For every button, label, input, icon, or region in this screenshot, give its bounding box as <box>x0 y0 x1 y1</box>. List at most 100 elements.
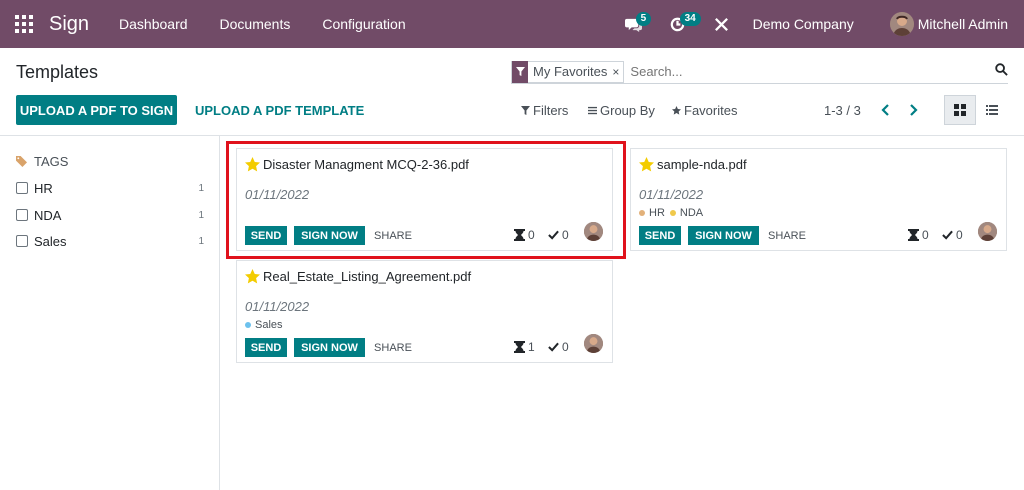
search-panel: TAGS HR 1 NDA 1 Sales 1 <box>0 136 220 490</box>
signed-value: 0 <box>562 340 569 354</box>
hourglass-icon <box>908 229 919 241</box>
messages-button[interactable]: 5 <box>619 0 652 48</box>
list-icon <box>588 106 597 114</box>
highlight-box <box>226 141 626 259</box>
pager-previous-button[interactable] <box>877 101 895 119</box>
company-switcher[interactable]: Demo Company <box>753 16 854 32</box>
apps-menu-icon[interactable] <box>0 0 48 48</box>
list-view-button[interactable] <box>976 95 1008 125</box>
template-date: 01/11/2022 <box>245 299 310 314</box>
search-icon[interactable] <box>995 63 1008 81</box>
template-card[interactable]: sample-nda.pdf 01/11/2022 HR NDA SEND SI… <box>630 148 1007 251</box>
tag-text: HR <box>649 207 665 219</box>
menu-dashboard[interactable]: Dashboard <box>119 16 188 32</box>
send-button[interactable]: SEND <box>639 226 681 245</box>
tag-nda: NDA <box>669 207 704 219</box>
pending-value: 0 <box>922 228 929 242</box>
pending-count: 0 <box>908 228 929 242</box>
favorites-label: Favorites <box>684 102 738 118</box>
share-button[interactable]: SHARE <box>767 226 807 245</box>
search-bar: My Favorites × <box>511 60 1008 84</box>
tag-label: Sales <box>34 233 67 249</box>
tag-count: 1 <box>198 182 204 194</box>
template-card[interactable]: Real_Estate_Listing_Agreement.pdf 01/11/… <box>236 260 613 363</box>
tools-icon <box>715 17 729 31</box>
template-name: sample-nda.pdf <box>657 157 747 172</box>
sidebar-tag-sales[interactable]: Sales 1 <box>16 232 206 250</box>
activities-button[interactable]: 34 <box>663 0 701 48</box>
signed-value: 0 <box>956 228 963 242</box>
tag-dot <box>669 210 676 216</box>
facet-label: My Favorites <box>533 64 608 79</box>
search-input[interactable] <box>630 64 931 79</box>
checkbox[interactable] <box>16 209 28 221</box>
sign-now-button[interactable]: SIGN NOW <box>294 338 365 357</box>
app-name[interactable]: Sign <box>49 13 89 36</box>
favorites-dropdown[interactable]: Favorites <box>672 95 737 125</box>
tag-dot <box>639 210 645 216</box>
list-icon <box>986 105 998 115</box>
chevron-left-icon <box>881 104 889 116</box>
chevron-right-icon <box>910 104 918 116</box>
tags-header-label: TAGS <box>34 154 69 169</box>
template-date: 01/11/2022 <box>639 187 704 202</box>
hourglass-icon <box>514 341 525 353</box>
menu-documents[interactable]: Documents <box>220 16 291 32</box>
menu-configuration[interactable]: Configuration <box>322 16 405 32</box>
signed-count: 0 <box>942 228 963 242</box>
upload-pdf-to-sign-button[interactable]: UPLOAD A PDF TO SIGN <box>16 95 177 125</box>
pending-count: 1 <box>514 340 535 354</box>
kanban-view-button[interactable] <box>944 95 976 125</box>
card-title[interactable]: sample-nda.pdf <box>639 157 747 172</box>
signed-count: 0 <box>548 340 569 354</box>
pager-value[interactable]: 1-3 / 3 <box>824 95 861 125</box>
top-navbar: Sign Dashboard Documents Configuration 5… <box>0 0 1024 48</box>
card-tags: Sales <box>245 319 288 331</box>
sidebar-tag-hr[interactable]: HR 1 <box>16 179 206 197</box>
group-by-label: Group By <box>600 102 655 118</box>
tag-text: Sales <box>255 319 283 331</box>
activities-badge: 34 <box>679 12 701 26</box>
star-icon <box>672 105 681 115</box>
card-tags: HR NDA <box>639 207 708 219</box>
template-name: Real_Estate_Listing_Agreement.pdf <box>263 269 472 284</box>
debug-tools-button[interactable] <box>707 0 737 48</box>
search-facet: My Favorites × <box>511 60 625 83</box>
tag-icon <box>16 156 27 167</box>
send-button[interactable]: SEND <box>245 338 287 357</box>
pending-value: 1 <box>528 340 535 354</box>
tag-label: HR <box>34 180 53 196</box>
filter-icon <box>512 60 528 83</box>
card-title[interactable]: Real_Estate_Listing_Agreement.pdf <box>245 269 471 284</box>
facet-remove-icon[interactable]: × <box>612 65 623 79</box>
responsible-avatar <box>584 334 603 353</box>
tag-label: NDA <box>34 207 62 223</box>
upload-pdf-template-button[interactable]: UPLOAD A PDF TEMPLATE <box>195 95 364 125</box>
page-title: Templates <box>16 62 99 82</box>
tag-count: 1 <box>198 209 204 221</box>
user-menu[interactable]: Mitchell Admin <box>918 16 1008 32</box>
kanban-icon <box>954 104 966 116</box>
messages-badge: 5 <box>635 12 652 26</box>
group-by-dropdown[interactable]: Group By <box>588 95 655 125</box>
tag-dot <box>245 322 251 328</box>
check-icon <box>942 230 953 240</box>
tag-sales: Sales <box>245 319 283 331</box>
user-avatar[interactable] <box>889 12 914 36</box>
filters-label: Filters <box>533 102 569 118</box>
tag-text: NDA <box>679 207 704 219</box>
filters-dropdown[interactable]: Filters <box>521 95 568 125</box>
tags-section-header: TAGS <box>16 154 68 169</box>
tag-hr: HR <box>639 207 665 219</box>
checkbox[interactable] <box>16 182 28 194</box>
sign-now-button[interactable]: SIGN NOW <box>688 226 759 245</box>
favorite-star-icon[interactable] <box>245 269 260 284</box>
pager-next-button[interactable] <box>904 101 922 119</box>
sidebar-tag-nda[interactable]: NDA 1 <box>16 206 206 224</box>
checkbox[interactable] <box>16 235 28 247</box>
responsible-avatar <box>978 222 997 241</box>
check-icon <box>548 342 559 352</box>
favorite-star-icon[interactable] <box>639 157 654 172</box>
share-button[interactable]: SHARE <box>373 338 413 357</box>
tag-count: 1 <box>198 235 204 247</box>
